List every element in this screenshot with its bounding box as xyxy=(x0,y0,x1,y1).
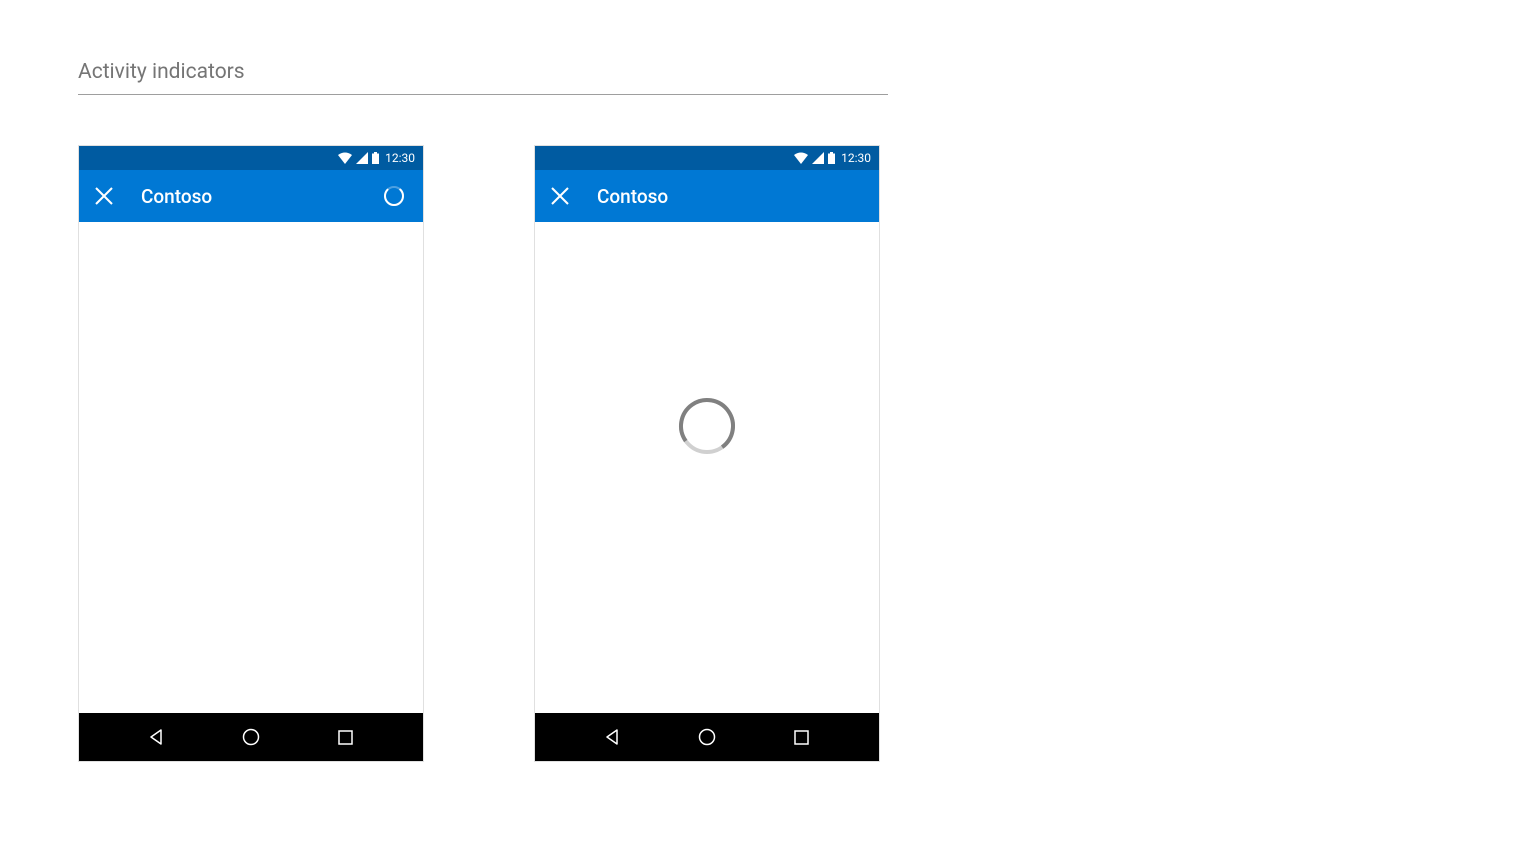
recent-icon xyxy=(794,730,809,745)
phones-container: 12:30 Contoso xyxy=(78,145,1440,762)
center-activity-indicator xyxy=(677,396,737,460)
status-time: 12:30 xyxy=(841,151,871,165)
wifi-icon xyxy=(794,149,808,168)
app-title: Contoso xyxy=(141,185,355,208)
recent-icon xyxy=(338,730,353,745)
back-icon xyxy=(148,729,164,745)
spinner-icon xyxy=(677,396,737,456)
content-area xyxy=(535,222,879,713)
status-bar: 12:30 xyxy=(79,146,423,170)
appbar-activity-indicator xyxy=(383,185,405,207)
close-button[interactable] xyxy=(95,187,113,205)
back-button[interactable] xyxy=(136,717,176,757)
wifi-icon xyxy=(338,149,352,168)
home-button[interactable] xyxy=(231,717,271,757)
navigation-bar xyxy=(79,713,423,761)
status-time: 12:30 xyxy=(385,151,415,165)
close-icon xyxy=(95,187,113,205)
phone-mockup-1: 12:30 Contoso xyxy=(78,145,424,762)
home-icon xyxy=(242,728,260,746)
battery-icon xyxy=(828,149,835,168)
app-bar: Contoso xyxy=(535,170,879,222)
content-area xyxy=(79,222,423,713)
app-bar: Contoso xyxy=(79,170,423,222)
spinner-icon xyxy=(383,185,405,207)
page-title: Activity indicators xyxy=(78,60,888,95)
status-bar: 12:30 xyxy=(535,146,879,170)
close-icon xyxy=(551,187,569,205)
app-title: Contoso xyxy=(597,185,863,208)
phone-mockup-2: 12:30 Contoso xyxy=(534,145,880,762)
close-button[interactable] xyxy=(551,187,569,205)
recent-apps-button[interactable] xyxy=(326,717,366,757)
recent-apps-button[interactable] xyxy=(782,717,822,757)
back-icon xyxy=(604,729,620,745)
cellular-icon xyxy=(356,149,368,168)
home-button[interactable] xyxy=(687,717,727,757)
battery-icon xyxy=(372,149,379,168)
home-icon xyxy=(698,728,716,746)
navigation-bar xyxy=(535,713,879,761)
back-button[interactable] xyxy=(592,717,632,757)
cellular-icon xyxy=(812,149,824,168)
